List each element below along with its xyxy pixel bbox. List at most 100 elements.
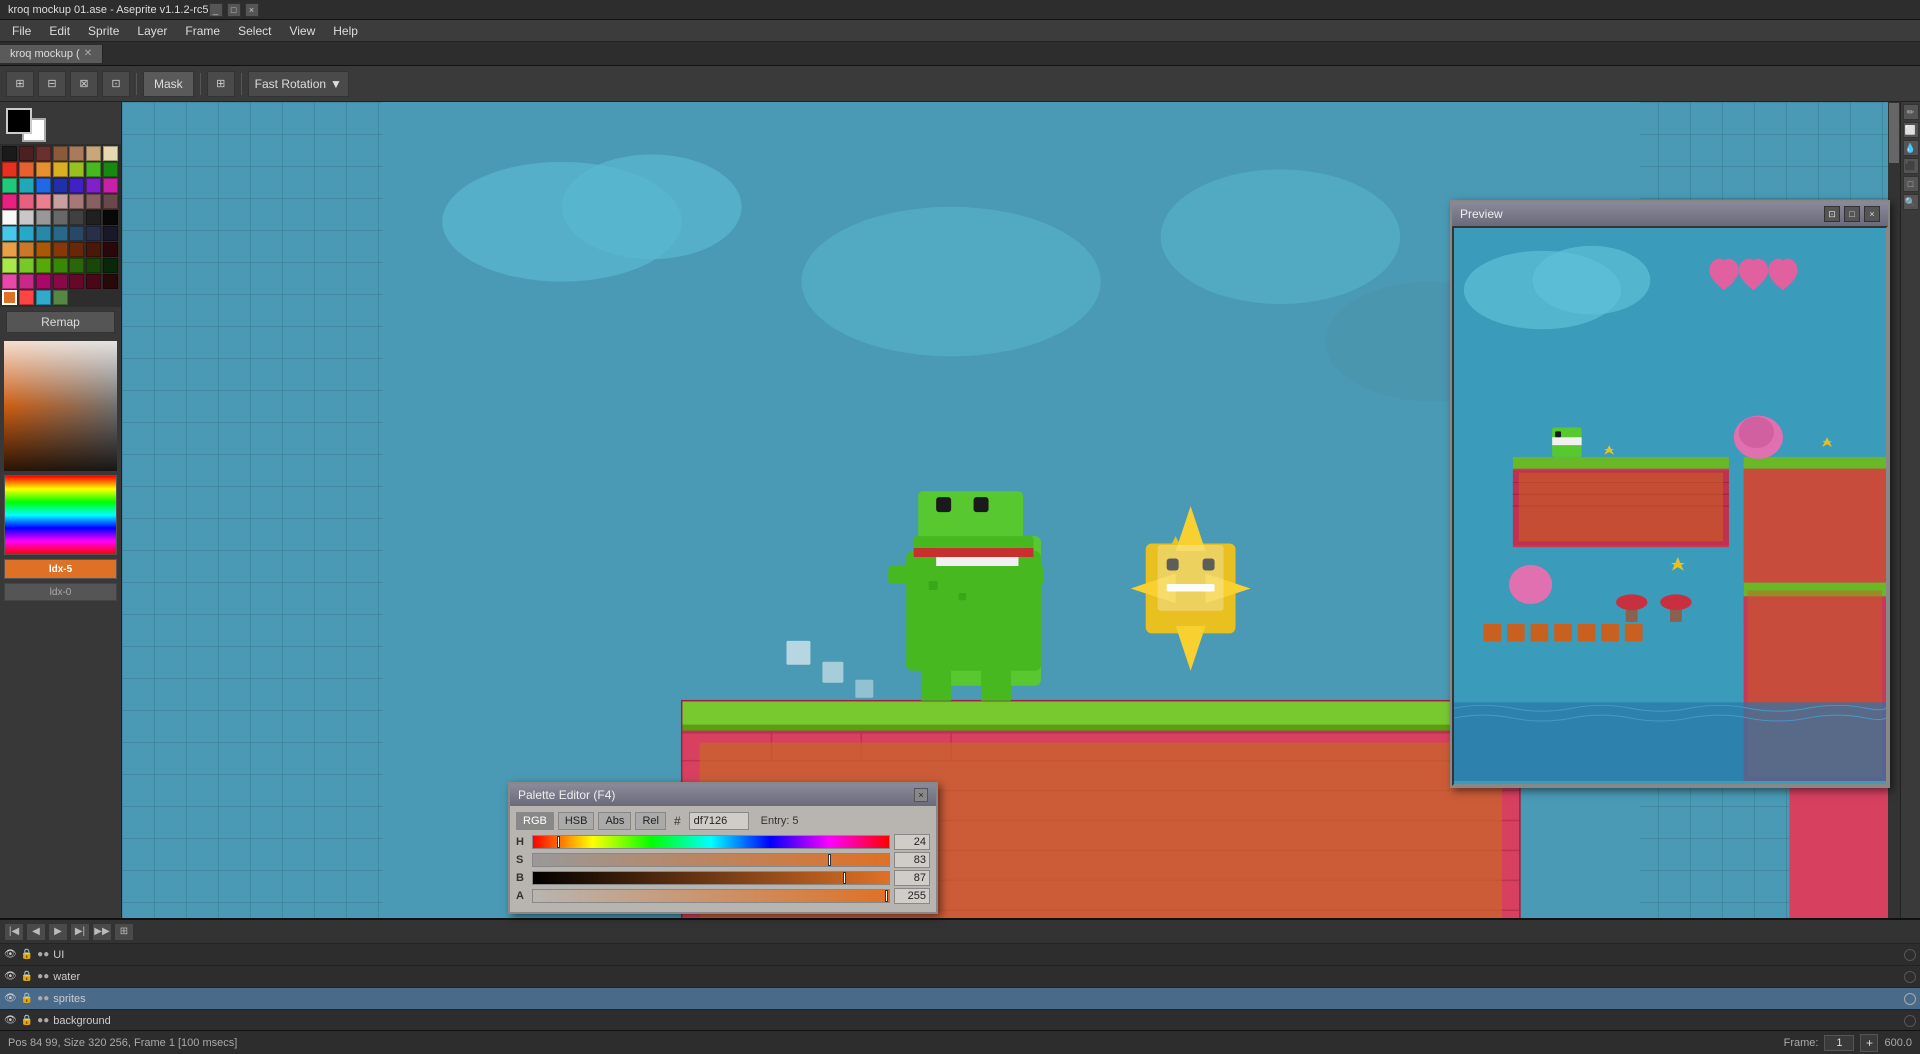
color-swatch-56[interactable] <box>2 274 17 289</box>
color-swatch-62[interactable] <box>103 274 118 289</box>
tool-eyedropper[interactable]: 💧 <box>1903 140 1919 156</box>
hex-color-input[interactable]: df7126 <box>689 812 749 830</box>
color-swatch-27[interactable] <box>103 194 118 209</box>
color-swatch-17[interactable] <box>53 178 68 193</box>
menu-edit[interactable]: Edit <box>41 22 78 40</box>
layer-name-sprites[interactable]: sprites <box>53 993 1900 1005</box>
color-swatch-58[interactable] <box>36 274 51 289</box>
tool-select[interactable]: □ <box>1903 176 1919 192</box>
color-swatch-30[interactable] <box>36 210 51 225</box>
tool-eraser[interactable]: ⬜ <box>1903 122 1919 138</box>
color-swatch-28[interactable] <box>2 210 17 225</box>
color-swatch-6[interactable] <box>103 146 118 161</box>
color-swatch-19[interactable] <box>86 178 101 193</box>
color-swatch-32[interactable] <box>69 210 84 225</box>
color-swatch-29[interactable] <box>19 210 34 225</box>
color-swatch-8[interactable] <box>19 162 34 177</box>
menu-select[interactable]: Select <box>230 22 279 40</box>
frame-play-btn[interactable]: ▶ <box>48 923 68 941</box>
frame-last-btn[interactable]: ▶▶ <box>92 923 112 941</box>
color-swatch-31[interactable] <box>53 210 68 225</box>
maximize-button[interactable]: □ <box>227 3 241 17</box>
color-swatch-1[interactable] <box>19 146 34 161</box>
canvas-scrollbar-thumb[interactable] <box>1889 103 1899 163</box>
color-swatch-48[interactable] <box>103 242 118 257</box>
layer-lock-sprites[interactable]: 🔒 <box>21 993 33 1004</box>
layer-eye-water[interactable]: 👁 <box>4 971 17 982</box>
palette-editor-close-btn[interactable]: × <box>914 788 928 802</box>
color-swatch-9[interactable] <box>36 162 51 177</box>
color-swatch-21[interactable] <box>2 194 17 209</box>
color-swatch-26[interactable] <box>86 194 101 209</box>
color-swatch-66[interactable] <box>53 290 68 305</box>
color-swatch-5[interactable] <box>86 146 101 161</box>
color-swatch-47[interactable] <box>86 242 101 257</box>
color-swatch-3[interactable] <box>53 146 68 161</box>
color-swatch-23[interactable] <box>36 194 51 209</box>
preview-content[interactable] <box>1452 226 1888 786</box>
color-swatch-selected[interactable] <box>2 290 17 305</box>
preview-restore-btn[interactable]: ⊡ <box>1824 206 1840 222</box>
color-swatch-25[interactable] <box>69 194 84 209</box>
color-swatch-15[interactable] <box>19 178 34 193</box>
color-swatch-49[interactable] <box>2 258 17 273</box>
color-swatch-16[interactable] <box>36 178 51 193</box>
menu-frame[interactable]: Frame <box>177 22 228 40</box>
color-swatch-18[interactable] <box>69 178 84 193</box>
color-swatch-11[interactable] <box>69 162 84 177</box>
color-swatch-65[interactable] <box>36 290 51 305</box>
rotation-dropdown[interactable]: Fast Rotation ▼ <box>248 71 349 97</box>
close-window-button[interactable]: × <box>245 3 259 17</box>
color-swatch-61[interactable] <box>86 274 101 289</box>
grid-btn-1[interactable]: ⊞ <box>6 71 34 97</box>
color-swatch-33[interactable] <box>86 210 101 225</box>
layer-lock-ui[interactable]: 🔒 <box>21 949 33 960</box>
color-swatch-52[interactable] <box>53 258 68 273</box>
color-swatch-45[interactable] <box>53 242 68 257</box>
color-swatch-22[interactable] <box>19 194 34 209</box>
color-swatch-36[interactable] <box>19 226 34 241</box>
color-swatch-55[interactable] <box>103 258 118 273</box>
color-swatch-60[interactable] <box>69 274 84 289</box>
color-swatch-40[interactable] <box>86 226 101 241</box>
preview-maximize-btn[interactable]: □ <box>1844 206 1860 222</box>
color-swatch-44[interactable] <box>36 242 51 257</box>
frame-next-btn[interactable]: ▶| <box>70 923 90 941</box>
pe-btn-rgb[interactable]: RGB <box>516 812 554 830</box>
color-swatch-7[interactable] <box>2 162 17 177</box>
grid-btn-3[interactable]: ⊠ <box>70 71 98 97</box>
layer-name-background[interactable]: background <box>53 1015 1900 1027</box>
color-picker[interactable] <box>4 341 117 471</box>
pe-btn-rel[interactable]: Rel <box>635 812 666 830</box>
color-swatch-39[interactable] <box>69 226 84 241</box>
fg-color-swatch[interactable] <box>6 108 32 134</box>
color-swatch-13[interactable] <box>103 162 118 177</box>
layer-lock-background[interactable]: 🔒 <box>21 1015 33 1026</box>
color-swatch-53[interactable] <box>69 258 84 273</box>
color-swatch-59[interactable] <box>53 274 68 289</box>
color-swatch-38[interactable] <box>53 226 68 241</box>
frame-prev-btn[interactable]: ◀ <box>26 923 46 941</box>
layer-row-sprites[interactable]: 👁 🔒 ●● sprites <box>0 988 1920 1010</box>
extra-btn[interactable]: ⊞ <box>207 71 235 97</box>
tool-zoom[interactable]: 🔍 <box>1903 194 1919 210</box>
color-swatch-46[interactable] <box>69 242 84 257</box>
status-frame-add-btn[interactable]: + <box>1860 1034 1878 1052</box>
color-swatch-37[interactable] <box>36 226 51 241</box>
color-swatch-50[interactable] <box>19 258 34 273</box>
b-slider[interactable] <box>532 871 890 885</box>
layer-name-water[interactable]: water <box>53 971 1900 983</box>
color-swatch-0[interactable] <box>2 146 17 161</box>
color-swatch-42[interactable] <box>2 242 17 257</box>
grid-btn-2[interactable]: ⊟ <box>38 71 66 97</box>
color-swatch-54[interactable] <box>86 258 101 273</box>
menu-view[interactable]: View <box>281 22 323 40</box>
pe-btn-hsb[interactable]: HSB <box>558 812 595 830</box>
a-slider[interactable] <box>532 889 890 903</box>
tab-close-button[interactable]: ✕ <box>84 48 92 59</box>
layer-lock-water[interactable]: 🔒 <box>21 971 33 982</box>
menu-help[interactable]: Help <box>325 22 366 40</box>
color-swatch-41[interactable] <box>103 226 118 241</box>
layer-eye-background[interactable]: 👁 <box>4 1015 17 1026</box>
color-swatch-35[interactable] <box>2 226 17 241</box>
